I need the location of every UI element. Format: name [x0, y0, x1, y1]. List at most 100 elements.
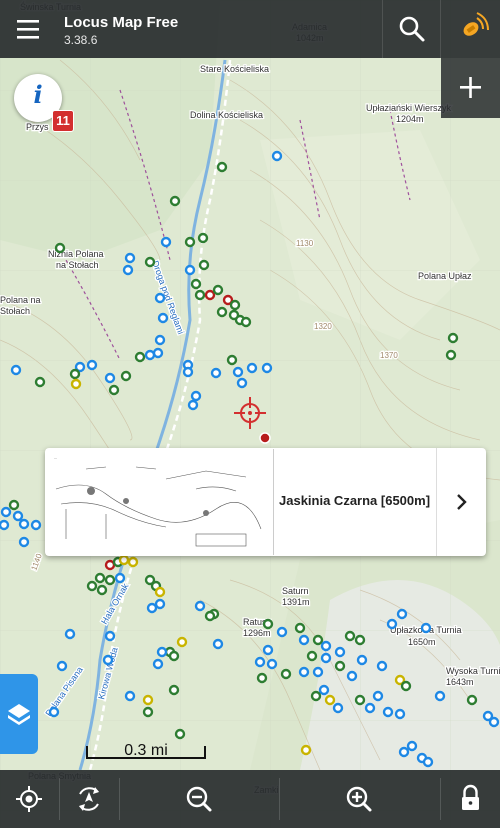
poi-marker[interactable]: [376, 660, 388, 672]
poi-marker[interactable]: [69, 368, 81, 380]
poi-marker[interactable]: [204, 289, 216, 301]
poi-marker[interactable]: [324, 694, 336, 706]
poi-marker[interactable]: [18, 518, 30, 530]
locate-button[interactable]: [0, 770, 58, 828]
poi-marker[interactable]: [312, 666, 324, 678]
poi-marker[interactable]: [232, 366, 244, 378]
poi-marker[interactable]: [114, 572, 126, 584]
poi-marker[interactable]: [400, 680, 412, 692]
poi-marker[interactable]: [176, 636, 188, 648]
poi-marker[interactable]: [406, 740, 418, 752]
poi-marker[interactable]: [157, 312, 169, 324]
poi-marker[interactable]: [64, 628, 76, 640]
poi-marker[interactable]: [332, 702, 344, 714]
poi-marker[interactable]: [216, 306, 228, 318]
poi-marker[interactable]: [70, 378, 82, 390]
poi-marker[interactable]: [54, 242, 66, 254]
poi-marker[interactable]: [0, 506, 12, 518]
poi-marker[interactable]: [169, 195, 181, 207]
poi-marker[interactable]: [356, 654, 368, 666]
poi-marker[interactable]: [127, 556, 139, 568]
poi-marker[interactable]: [190, 278, 202, 290]
poi-marker[interactable]: [134, 351, 146, 363]
poi-marker[interactable]: [12, 510, 24, 522]
poi-marker[interactable]: [104, 630, 116, 642]
poi-marker[interactable]: [445, 349, 457, 361]
poi-marker[interactable]: [154, 586, 166, 598]
poi-marker[interactable]: [228, 309, 240, 321]
poi-marker[interactable]: [212, 284, 224, 296]
poi-marker[interactable]: [194, 600, 206, 612]
poi-marker[interactable]: [294, 622, 306, 634]
poi-marker[interactable]: [229, 299, 241, 311]
poi-marker[interactable]: [420, 622, 432, 634]
poi-marker[interactable]: [154, 292, 166, 304]
poi-marker[interactable]: [447, 332, 459, 344]
poi-marker[interactable]: [10, 364, 22, 376]
poi-marker[interactable]: [86, 580, 98, 592]
poi-marker[interactable]: [204, 610, 216, 622]
poi-marker[interactable]: [108, 384, 120, 396]
poi-marker[interactable]: [466, 694, 478, 706]
poi-marker[interactable]: [210, 367, 222, 379]
poi-marker[interactable]: [298, 666, 310, 678]
poi-marker[interactable]: [194, 289, 206, 301]
layers-button[interactable]: [0, 674, 38, 754]
poi-marker[interactable]: [334, 646, 346, 658]
poi-marker[interactable]: [104, 574, 116, 586]
poi-marker[interactable]: [34, 376, 46, 388]
poi-marker[interactable]: [236, 377, 248, 389]
poi-marker[interactable]: [187, 399, 199, 411]
poi-marker[interactable]: [434, 690, 446, 702]
poi-marker[interactable]: [386, 618, 398, 630]
poi-marker[interactable]: [334, 660, 346, 672]
poi-marker[interactable]: [312, 634, 324, 646]
poi-marker[interactable]: [246, 362, 258, 374]
poi-marker[interactable]: [124, 252, 136, 264]
poi-marker[interactable]: [142, 706, 154, 718]
poi-marker[interactable]: [280, 668, 292, 680]
zoom-out-button[interactable]: [160, 770, 238, 828]
poi-marker[interactable]: [212, 638, 224, 650]
poi-marker[interactable]: [154, 598, 166, 610]
poi-marker[interactable]: [254, 656, 266, 668]
poi-marker[interactable]: [174, 728, 186, 740]
poi-marker[interactable]: [372, 690, 384, 702]
poi-marker[interactable]: [182, 366, 194, 378]
poi-marker[interactable]: [154, 334, 166, 346]
popup-details-button[interactable]: [436, 448, 486, 556]
poi-marker[interactable]: [318, 684, 330, 696]
poi-marker[interactable]: [104, 372, 116, 384]
poi-marker[interactable]: [96, 584, 108, 596]
zoom-in-button[interactable]: [320, 770, 398, 828]
poi-marker[interactable]: [262, 618, 274, 630]
poi-marker[interactable]: [144, 349, 156, 361]
lock-button[interactable]: [441, 770, 500, 828]
poi-marker[interactable]: [146, 602, 158, 614]
rotate-map-button[interactable]: [60, 770, 118, 828]
poi-marker[interactable]: [262, 644, 274, 656]
selected-poi-marker[interactable]: [259, 432, 271, 444]
poi-marker[interactable]: [104, 559, 116, 571]
poi-marker[interactable]: [300, 744, 312, 756]
poi-marker[interactable]: [156, 646, 168, 658]
poi-marker[interactable]: [48, 706, 60, 718]
poi-marker[interactable]: [216, 161, 228, 173]
poi-marker[interactable]: [394, 708, 406, 720]
poi-marker[interactable]: [94, 572, 106, 584]
search-button[interactable]: [382, 0, 440, 58]
poi-marker[interactable]: [168, 684, 180, 696]
poi-marker[interactable]: [120, 370, 132, 382]
map-canvas[interactable]: Świnska TurniaAdamica1042mStare Kościeli…: [0, 0, 500, 828]
poi-marker[interactable]: [144, 256, 156, 268]
poi-marker[interactable]: [152, 347, 164, 359]
poi-marker[interactable]: [18, 536, 30, 548]
poi-marker[interactable]: [261, 362, 273, 374]
add-button[interactable]: [441, 58, 500, 118]
poi-marker[interactable]: [160, 236, 172, 248]
poi-marker[interactable]: [184, 264, 196, 276]
poi-marker[interactable]: [306, 650, 318, 662]
poi-marker[interactable]: [266, 658, 278, 670]
poi-marker[interactable]: [320, 652, 332, 664]
poi-marker[interactable]: [226, 354, 238, 366]
